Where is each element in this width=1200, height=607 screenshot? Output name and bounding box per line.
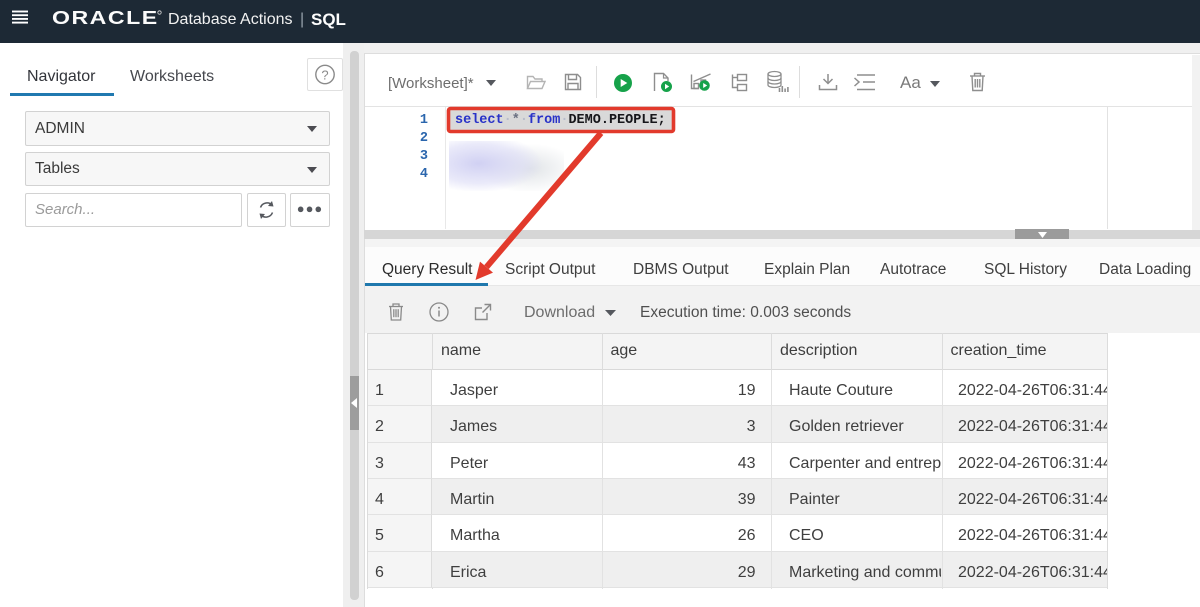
svg-text:?: ? <box>321 68 328 83</box>
svg-text:ORACLE: ORACLE <box>52 8 159 28</box>
